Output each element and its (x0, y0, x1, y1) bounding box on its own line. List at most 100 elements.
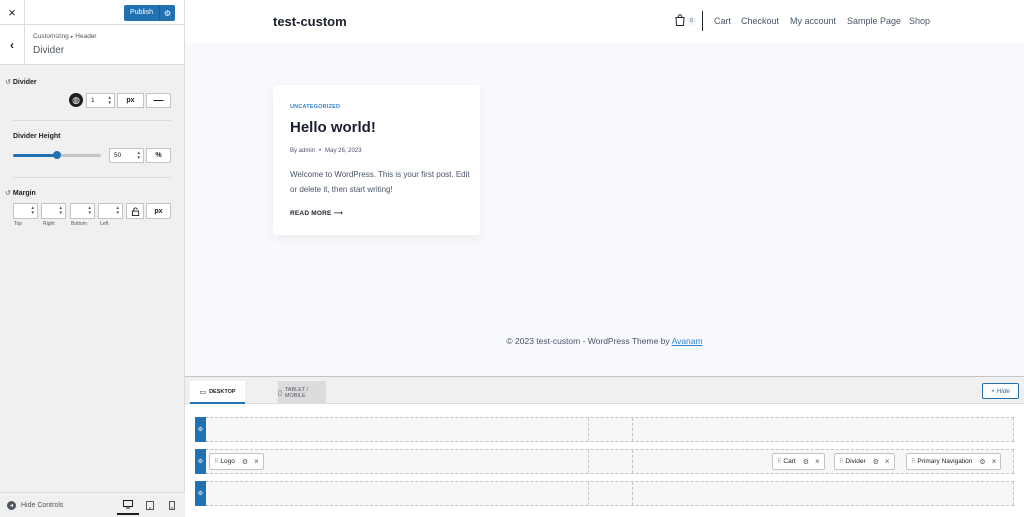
close-customizer-button[interactable]: × (0, 0, 25, 25)
builder-item-primary-navigation[interactable]: ⠿ Primary Navigation ⚙ × (906, 453, 1002, 470)
meta-dot: • (319, 148, 322, 154)
reset-icon[interactable]: ↺ (5, 190, 11, 197)
reset-icon[interactable]: ↺ (5, 79, 11, 86)
publish-settings-button[interactable]: ⚙ (160, 5, 175, 21)
item-label: Logo (220, 458, 235, 465)
mobile-preview-button[interactable] (161, 496, 183, 515)
divider-height-input[interactable]: 50 ▲ ▼ (109, 148, 144, 163)
column-separator (588, 450, 589, 473)
post-date[interactable]: May 26, 2023 (325, 148, 361, 154)
stepper-icon[interactable]: ▲ ▼ (108, 95, 112, 105)
publish-group: Publish ⚙ (124, 5, 175, 21)
desktop-icon: ▭ (199, 388, 207, 396)
builder-row-top[interactable]: ⚙ (195, 417, 1014, 442)
close-icon[interactable]: × (815, 457, 820, 466)
site-title[interactable]: test-custom (273, 14, 347, 29)
builder-item-divider[interactable]: ⠿ Divider ⚙ × (834, 453, 895, 470)
slider-fill (13, 154, 57, 157)
gear-icon[interactable]: ⚙ (803, 458, 809, 466)
builder-row-main[interactable]: ⚙ ⠿ Logo ⚙ × ⠿ Cart ⚙ × ⠿ Divider ⚙ × ⠿ … (195, 449, 1014, 474)
header-divider[interactable] (702, 11, 703, 31)
nav-shop[interactable]: Shop (909, 16, 930, 26)
tab-desktop[interactable]: ▭ DESKTOP (190, 381, 245, 404)
close-icon[interactable]: × (992, 457, 997, 466)
stepper-icon[interactable]: ▲ ▼ (137, 150, 141, 160)
margin-link-toggle[interactable] (126, 203, 144, 219)
drag-handle-icon[interactable]: ⠿ (911, 458, 916, 465)
stepper-icon[interactable]: ▲ ▼ (88, 205, 92, 215)
tab-desktop-label: DESKTOP (209, 388, 236, 395)
row-settings-button[interactable]: ⚙ (195, 449, 206, 474)
divider-width-input[interactable]: 1 ▲ ▼ (86, 93, 115, 108)
divider-width-unit[interactable]: px (117, 93, 144, 108)
builder-item-logo[interactable]: ⠿ Logo ⚙ × (209, 453, 264, 470)
divider-rule (13, 177, 171, 178)
stepper-icon[interactable]: ▲ ▼ (31, 205, 35, 215)
globe-glyph: ◍ (72, 94, 80, 105)
gear-icon: ⚙ (163, 8, 172, 18)
divider-width-value: 1 (91, 97, 95, 104)
item-label: Cart (783, 458, 796, 465)
drag-handle-icon[interactable]: ⠿ (777, 458, 782, 465)
builder-item-cart[interactable]: ⠿ Cart ⚙ × (772, 453, 825, 470)
row-settings-button[interactable]: ⚙ (195, 417, 206, 442)
publish-button[interactable]: Publish (124, 5, 160, 21)
mobile-icon (169, 501, 175, 510)
margin-left-input[interactable]: ▲ ▼ (98, 203, 123, 219)
hide-controls-button[interactable]: ◂ Hide Controls (7, 501, 63, 510)
divider-height-unit[interactable]: % (146, 148, 171, 163)
post-title[interactable]: Hello world! (290, 119, 376, 136)
drag-handle-icon[interactable]: ⠿ (839, 458, 844, 465)
header-builder: ▭ DESKTOP ▯ TABLET / MOBILE × Hide ⚙ ⚙ ⠿ L… (185, 376, 1024, 517)
builder-row-bottom[interactable]: ⚙ (195, 481, 1014, 506)
back-button[interactable]: ‹ (0, 25, 25, 65)
divider-style-select[interactable]: — (146, 93, 171, 108)
nav-checkout[interactable]: Checkout (741, 16, 779, 26)
close-icon[interactable]: × (885, 457, 890, 466)
cart-count-badge: 0 (687, 16, 696, 25)
post-category[interactable]: UNCATEGORIZED (290, 104, 340, 110)
close-icon[interactable]: × (254, 457, 259, 466)
drag-handle-icon[interactable]: ⠿ (214, 458, 219, 465)
nav-cart[interactable]: Cart (714, 16, 731, 26)
margin-top-input[interactable]: ▲ ▼ (13, 203, 38, 219)
margin-unit[interactable]: px (146, 203, 171, 219)
nav-my-account[interactable]: My account (790, 16, 836, 26)
tablet-preview-button[interactable] (139, 496, 161, 515)
gear-icon: ⚙ (197, 459, 204, 465)
divider-height-label: Divider Height (13, 133, 61, 140)
breadcrumb-item: Header (75, 33, 97, 40)
desktop-preview-button[interactable] (117, 496, 139, 515)
read-more-link[interactable]: READ MORE ⟶ (290, 209, 343, 217)
footer-theme-link[interactable]: Avanam (672, 336, 703, 346)
divider-rule (13, 120, 171, 121)
divider-height-value: 50 (114, 152, 122, 159)
sidebar-topbar: × Publish ⚙ (0, 0, 184, 25)
tablet-icon (146, 501, 154, 510)
gear-icon[interactable]: ⚙ (242, 458, 248, 466)
shopping-bag-icon[interactable] (675, 14, 685, 26)
gear-icon[interactable]: ⚙ (979, 458, 985, 466)
site-header: test-custom 0 Cart Checkout My account S… (185, 0, 1024, 43)
column-separator (632, 450, 633, 473)
hide-builder-button[interactable]: × Hide (982, 383, 1019, 399)
unlock-icon (131, 206, 139, 216)
margin-bottom-input[interactable]: ▲ ▼ (70, 203, 95, 219)
margin-caption-right: Right (43, 221, 55, 227)
post-author[interactable]: By admin (290, 148, 315, 154)
stepper-icon[interactable]: ▲ ▼ (116, 205, 120, 215)
row-settings-button[interactable]: ⚙ (195, 481, 206, 506)
breadcrumb-item: Customizing (33, 33, 69, 40)
stepper-icon[interactable]: ▲ ▼ (59, 205, 63, 215)
tab-tablet-mobile[interactable]: ▯ TABLET / MOBILE (278, 381, 326, 404)
gear-icon[interactable]: ⚙ (873, 458, 879, 466)
hide-controls-label: Hide Controls (21, 502, 64, 509)
column-separator (588, 482, 589, 505)
divider-control-label: ↺ Divider (5, 78, 37, 86)
section-title: Divider (33, 45, 65, 56)
gear-icon: ⚙ (197, 491, 204, 497)
slider-handle[interactable] (53, 151, 61, 159)
margin-right-input[interactable]: ▲ ▼ (41, 203, 66, 219)
nav-sample-page[interactable]: Sample Page (847, 16, 901, 26)
globe-icon[interactable]: ◍ (69, 93, 83, 107)
